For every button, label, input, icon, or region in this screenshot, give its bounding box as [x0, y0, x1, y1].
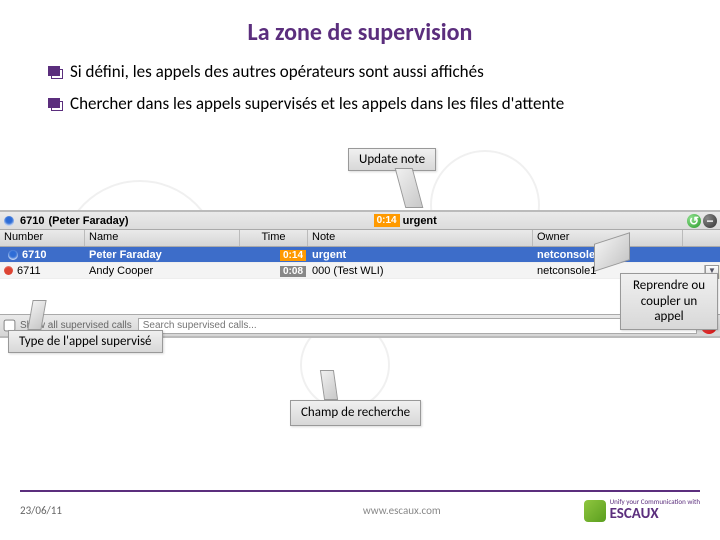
active-caller-time-badge: 0:14: [374, 214, 400, 227]
row-name: Andy Cooper: [85, 265, 240, 277]
callout-reprendre: Reprendre ou coupler un appel: [620, 273, 718, 330]
slide-footer: 23/06/11 www.escaux.com Unify your Commu…: [0, 490, 720, 540]
bullet-icon: [48, 66, 62, 78]
logo-brand: ESCAUX: [610, 505, 700, 523]
row-time-badge: 0:14: [280, 250, 306, 261]
row-name: Peter Faraday: [85, 249, 240, 261]
row-status-icon: [4, 266, 13, 275]
row-note: 000 (Test WLI): [308, 265, 533, 277]
bullet-item: Chercher dans les appels supervisés et l…: [48, 93, 700, 115]
footer-date: 23/06/11: [20, 504, 220, 517]
active-caller-bar: 6710 (Peter Faraday) 0:14 urgent ↺ −: [0, 212, 720, 230]
brand-logo: Unify your Communication with ESCAUX: [584, 498, 700, 523]
callout-type-appel: Type de l'appel supervisé: [8, 330, 163, 353]
active-caller-name: (Peter Faraday): [44, 215, 128, 227]
row-time-badge: 0:08: [280, 266, 306, 277]
supervision-panel: 6710 (Peter Faraday) 0:14 urgent ↺ − Num…: [0, 210, 720, 338]
search-input[interactable]: [138, 318, 697, 334]
bullet-text: Si défini, les appels des autres opérate…: [70, 61, 484, 83]
bullet-text: Chercher dans les appels supervisés et l…: [70, 93, 564, 115]
row-status-icon: [8, 250, 18, 260]
bullet-icon: [48, 98, 62, 110]
logo-icon: [584, 500, 606, 522]
footer-url: www.escaux.com: [220, 504, 584, 517]
callout-update-note: Update note: [348, 148, 436, 171]
caller-status-icon: [4, 216, 14, 226]
row-number: 6710: [22, 249, 46, 261]
col-time[interactable]: Time: [240, 230, 308, 246]
col-note[interactable]: Note: [308, 230, 533, 246]
row-number: 6711: [17, 265, 41, 277]
col-name[interactable]: Name: [85, 230, 240, 246]
slide-title: La zone de supervision: [20, 18, 700, 47]
active-caller-note: urgent: [400, 215, 437, 227]
take-call-icon[interactable]: ↺: [687, 214, 701, 228]
collapse-icon[interactable]: −: [703, 214, 717, 228]
bullet-item: Si défini, les appels des autres opérate…: [48, 61, 700, 83]
col-number[interactable]: Number: [0, 230, 85, 246]
row-note: urgent: [308, 249, 533, 261]
logo-tagline: Unify your Communication with: [610, 498, 700, 505]
callout-champ-recherche: Champ de recherche: [290, 400, 421, 426]
active-caller-id: 6710: [18, 215, 44, 227]
